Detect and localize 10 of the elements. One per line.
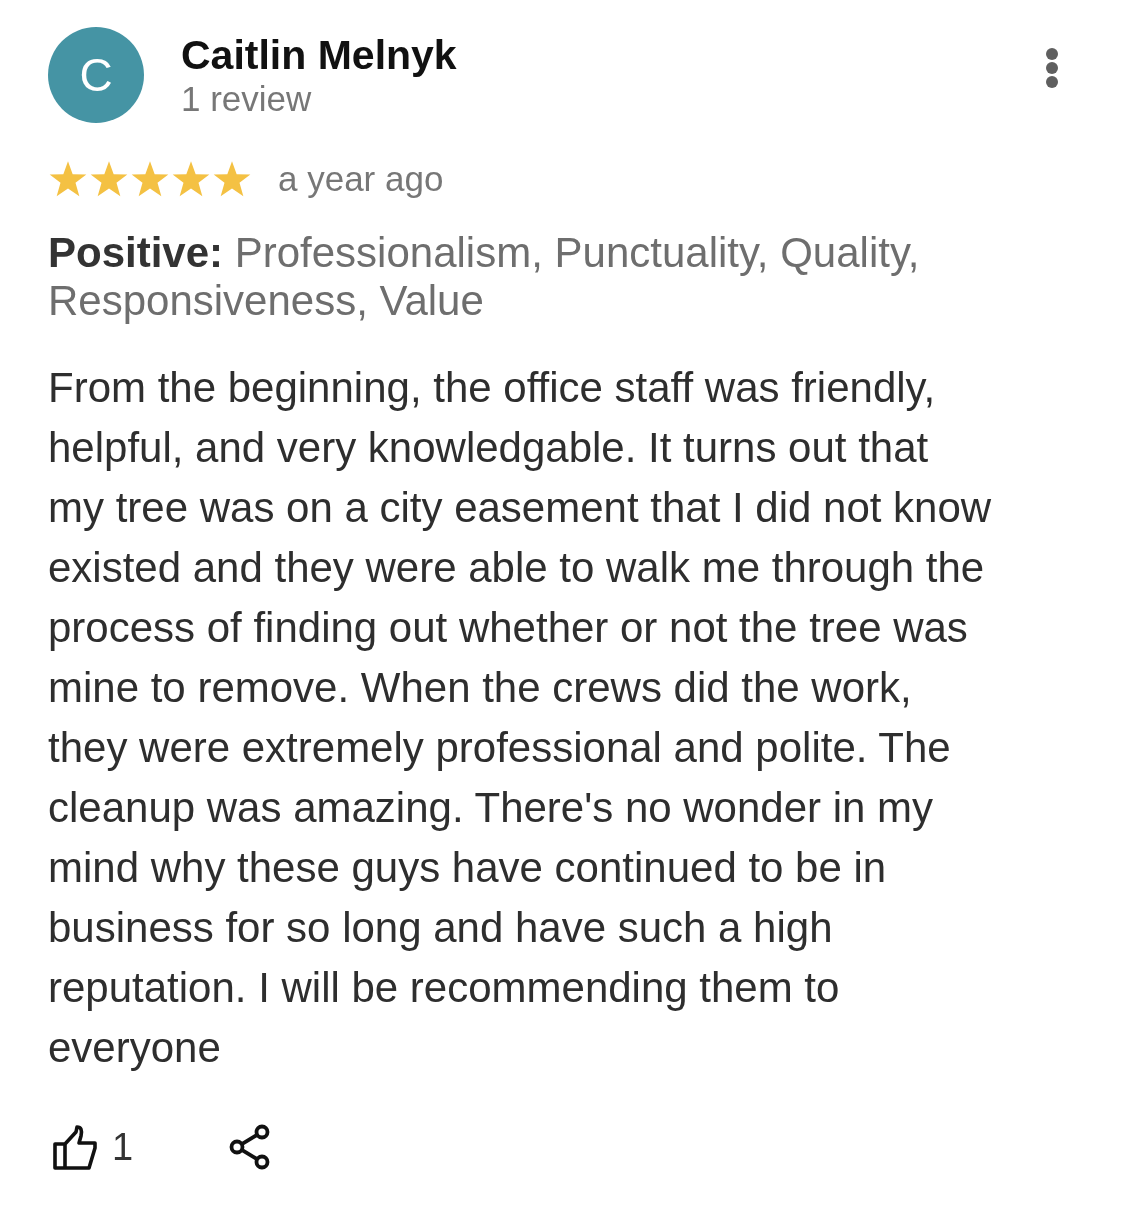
- share-icon[interactable]: [229, 1124, 272, 1170]
- review-count: 1 review: [181, 79, 313, 119]
- review-time: a year ago: [278, 159, 444, 199]
- like-button[interactable]: 1: [52, 1124, 134, 1170]
- reviewer-name: Caitlin Melnyk: [181, 32, 458, 78]
- thumbs-up-icon: [52, 1124, 98, 1170]
- positive-aspects: Positive: Professionalism, Punctuality, Quality, Responsiveness, Value: [48, 229, 921, 325]
- avatar: C: [48, 27, 144, 123]
- review-text: From the beginning, the office staff was friendly, helpful, and very knowledgable. It turns out that my tree was on a city easement that I did not know existed and they were able to walk me through the process of finding out whether or not the tree was mine to remove. When the crews did the work, they were extremely professional and polite. The cleanup was amazing. There's no wonder in my mind why these guys have continued to be in business for so long and have such a high reputation. I will be recommending them to everyone: [48, 363, 993, 1073]
- more-options-icon[interactable]: [1045, 48, 1059, 88]
